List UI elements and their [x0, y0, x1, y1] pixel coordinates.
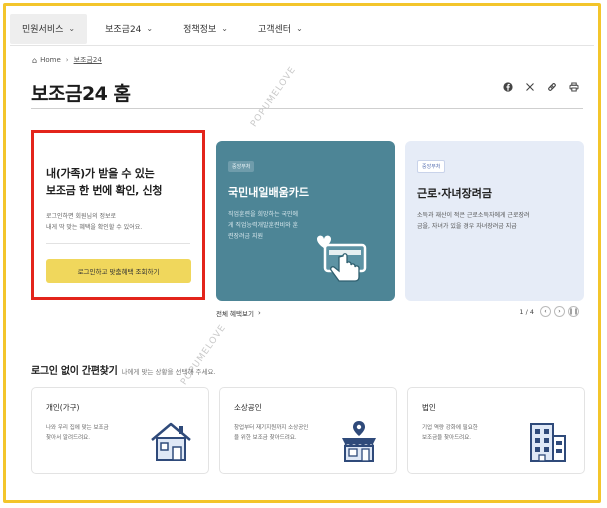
pause-icon[interactable]: ❙❙ [568, 306, 579, 317]
house-icon [151, 422, 191, 461]
quick-find-header: 로그인 없이 간편찾기 나에게 맞는 상황을 선택해 주세요. [31, 362, 216, 377]
chevron-down-icon: ⌄ [146, 24, 154, 33]
breadcrumb: ⌂ Home › 보조금24 [32, 55, 102, 65]
section-subtitle: 나에게 맞는 상황을 선택해 주세요. [121, 368, 216, 376]
login-benefits-button[interactable]: 로그인하고 맞춤혜택 조회하기 [46, 259, 191, 283]
card-hand-tap-icon [317, 235, 367, 282]
nav-item-label: 고객센터 [257, 25, 292, 35]
nav-item-subsidy24[interactable]: 보조금24 ⌄ [93, 14, 165, 44]
quick-find-card-title: 법인 [422, 403, 436, 412]
prev-arrow-icon[interactable]: ‹ [540, 306, 551, 317]
chevron-right-icon: › [65, 56, 69, 64]
office-building-icon [530, 423, 566, 462]
featured-card-description: 소득과 재산이 적은 근로소득자에게 근로장려 금을, 자녀가 있을 경우 자녀… [417, 210, 572, 232]
storefront-icon [342, 421, 376, 462]
featured-card-earned-income[interactable]: 중앙부처 근로·자녀장려금 소득과 재산이 적은 근로소득자에게 근로장려 금을… [405, 141, 584, 301]
quick-find-card-individual[interactable]: 개인(가구) 나와 우리 집에 맞는 보조금 찾아서 알려드려요. [31, 387, 209, 474]
pager-count: 1 / 4 [519, 307, 534, 316]
login-card-divider [46, 243, 190, 244]
breadcrumb-current[interactable]: 보조금24 [74, 55, 102, 65]
x-twitter-icon[interactable] [525, 82, 535, 95]
pager-current: 1 [519, 307, 524, 316]
featured-card-title: 근로·자녀장려금 [417, 187, 493, 200]
nav-item-label: 정책정보 [183, 25, 217, 35]
print-icon[interactable] [569, 82, 579, 95]
login-headline-line: 보조금 한 번에 확인, 신청 [46, 184, 163, 197]
featured-card-learning-card[interactable]: 중앙부처 국민내일배움카드 직업훈련을 희망하는 국민에 게 직업능력개발훈련비… [216, 141, 395, 301]
category-badge: 중앙부처 [417, 160, 446, 173]
page-title: 보조금24 홈 [31, 83, 131, 105]
chevron-down-icon: ⌄ [221, 24, 228, 33]
next-arrow-icon[interactable]: › [554, 306, 565, 317]
login-description: 로그인하면 회원님의 정보로 내게 딱 맞는 혜택을 확인할 수 있어요. [46, 211, 190, 233]
section-title: 로그인 없이 간편찾기 [31, 366, 118, 377]
featured-card-description-line: 직업훈련을 희망하는 국민에 [228, 211, 299, 218]
pager-total: 4 [529, 307, 534, 316]
featured-card-description-line: 금을, 자녀가 있을 경우 자녀장려금 지급 [417, 223, 517, 230]
nav-item-label: 민원서비스 [22, 25, 64, 35]
view-all-benefits-link[interactable]: 전체 혜택보기 › [216, 308, 261, 318]
title-divider [31, 108, 583, 109]
category-badge: 중앙부처 [228, 161, 255, 172]
chevron-down-icon: ⌄ [296, 24, 303, 33]
login-headline-line: 내(가족)가 받을 수 있는 [46, 167, 155, 180]
nav-item-civil-service[interactable]: 민원서비스 ⌄ [10, 13, 88, 44]
quick-find-card-title: 소상공인 [234, 403, 262, 412]
nav-item-customer-center[interactable]: 고객센터 ⌄ [246, 14, 315, 44]
chevron-down-icon: ⌄ [68, 24, 76, 33]
featured-card-title: 국민내일배움카드 [228, 186, 309, 199]
quick-find-card-small-business[interactable]: 소상공인 창업부터 재기지원까지 소상공인 을 위한 보조금 찾아드려요. [219, 387, 397, 474]
home-icon: ⌂ [32, 55, 38, 65]
nav-item-label: 보조금24 [105, 25, 142, 35]
featured-card-description-line: 소득과 재산이 적은 근로소득자에게 근로장려 [417, 212, 530, 219]
carousel-pager: 1 / 4 ‹ › ❙❙ [519, 306, 579, 317]
breadcrumb-home[interactable]: Home [40, 56, 61, 64]
login-description-line: 로그인하면 회원님의 정보로 [46, 213, 117, 220]
facebook-icon[interactable] [503, 82, 513, 95]
nav-item-policy-info[interactable]: 정책정보 ⌄ [171, 14, 240, 44]
quick-find-card-corporation[interactable]: 법인 기업 역량 강화에 필요한 보조금을 찾아드려요. [407, 387, 585, 474]
login-headline: 내(가족)가 받을 수 있는 보조금 한 번에 확인, 신청 [46, 165, 190, 199]
top-navigation: 민원서비스 ⌄ 보조금24 ⌄ 정책정보 ⌄ 고객센터 ⌄ [10, 12, 594, 46]
chevron-right-icon: › [257, 309, 261, 317]
quick-find-card-title: 개인(가구) [46, 403, 80, 412]
login-promo-card: 내(가족)가 받을 수 있는 보조금 한 번에 확인, 신청 로그인하면 회원님… [31, 130, 205, 300]
share-toolbar [503, 82, 579, 95]
view-all-label: 전체 혜택보기 [216, 310, 254, 318]
login-description-line: 내게 딱 맞는 혜택을 확인할 수 있어요. [46, 224, 143, 231]
link-icon[interactable] [547, 82, 557, 95]
